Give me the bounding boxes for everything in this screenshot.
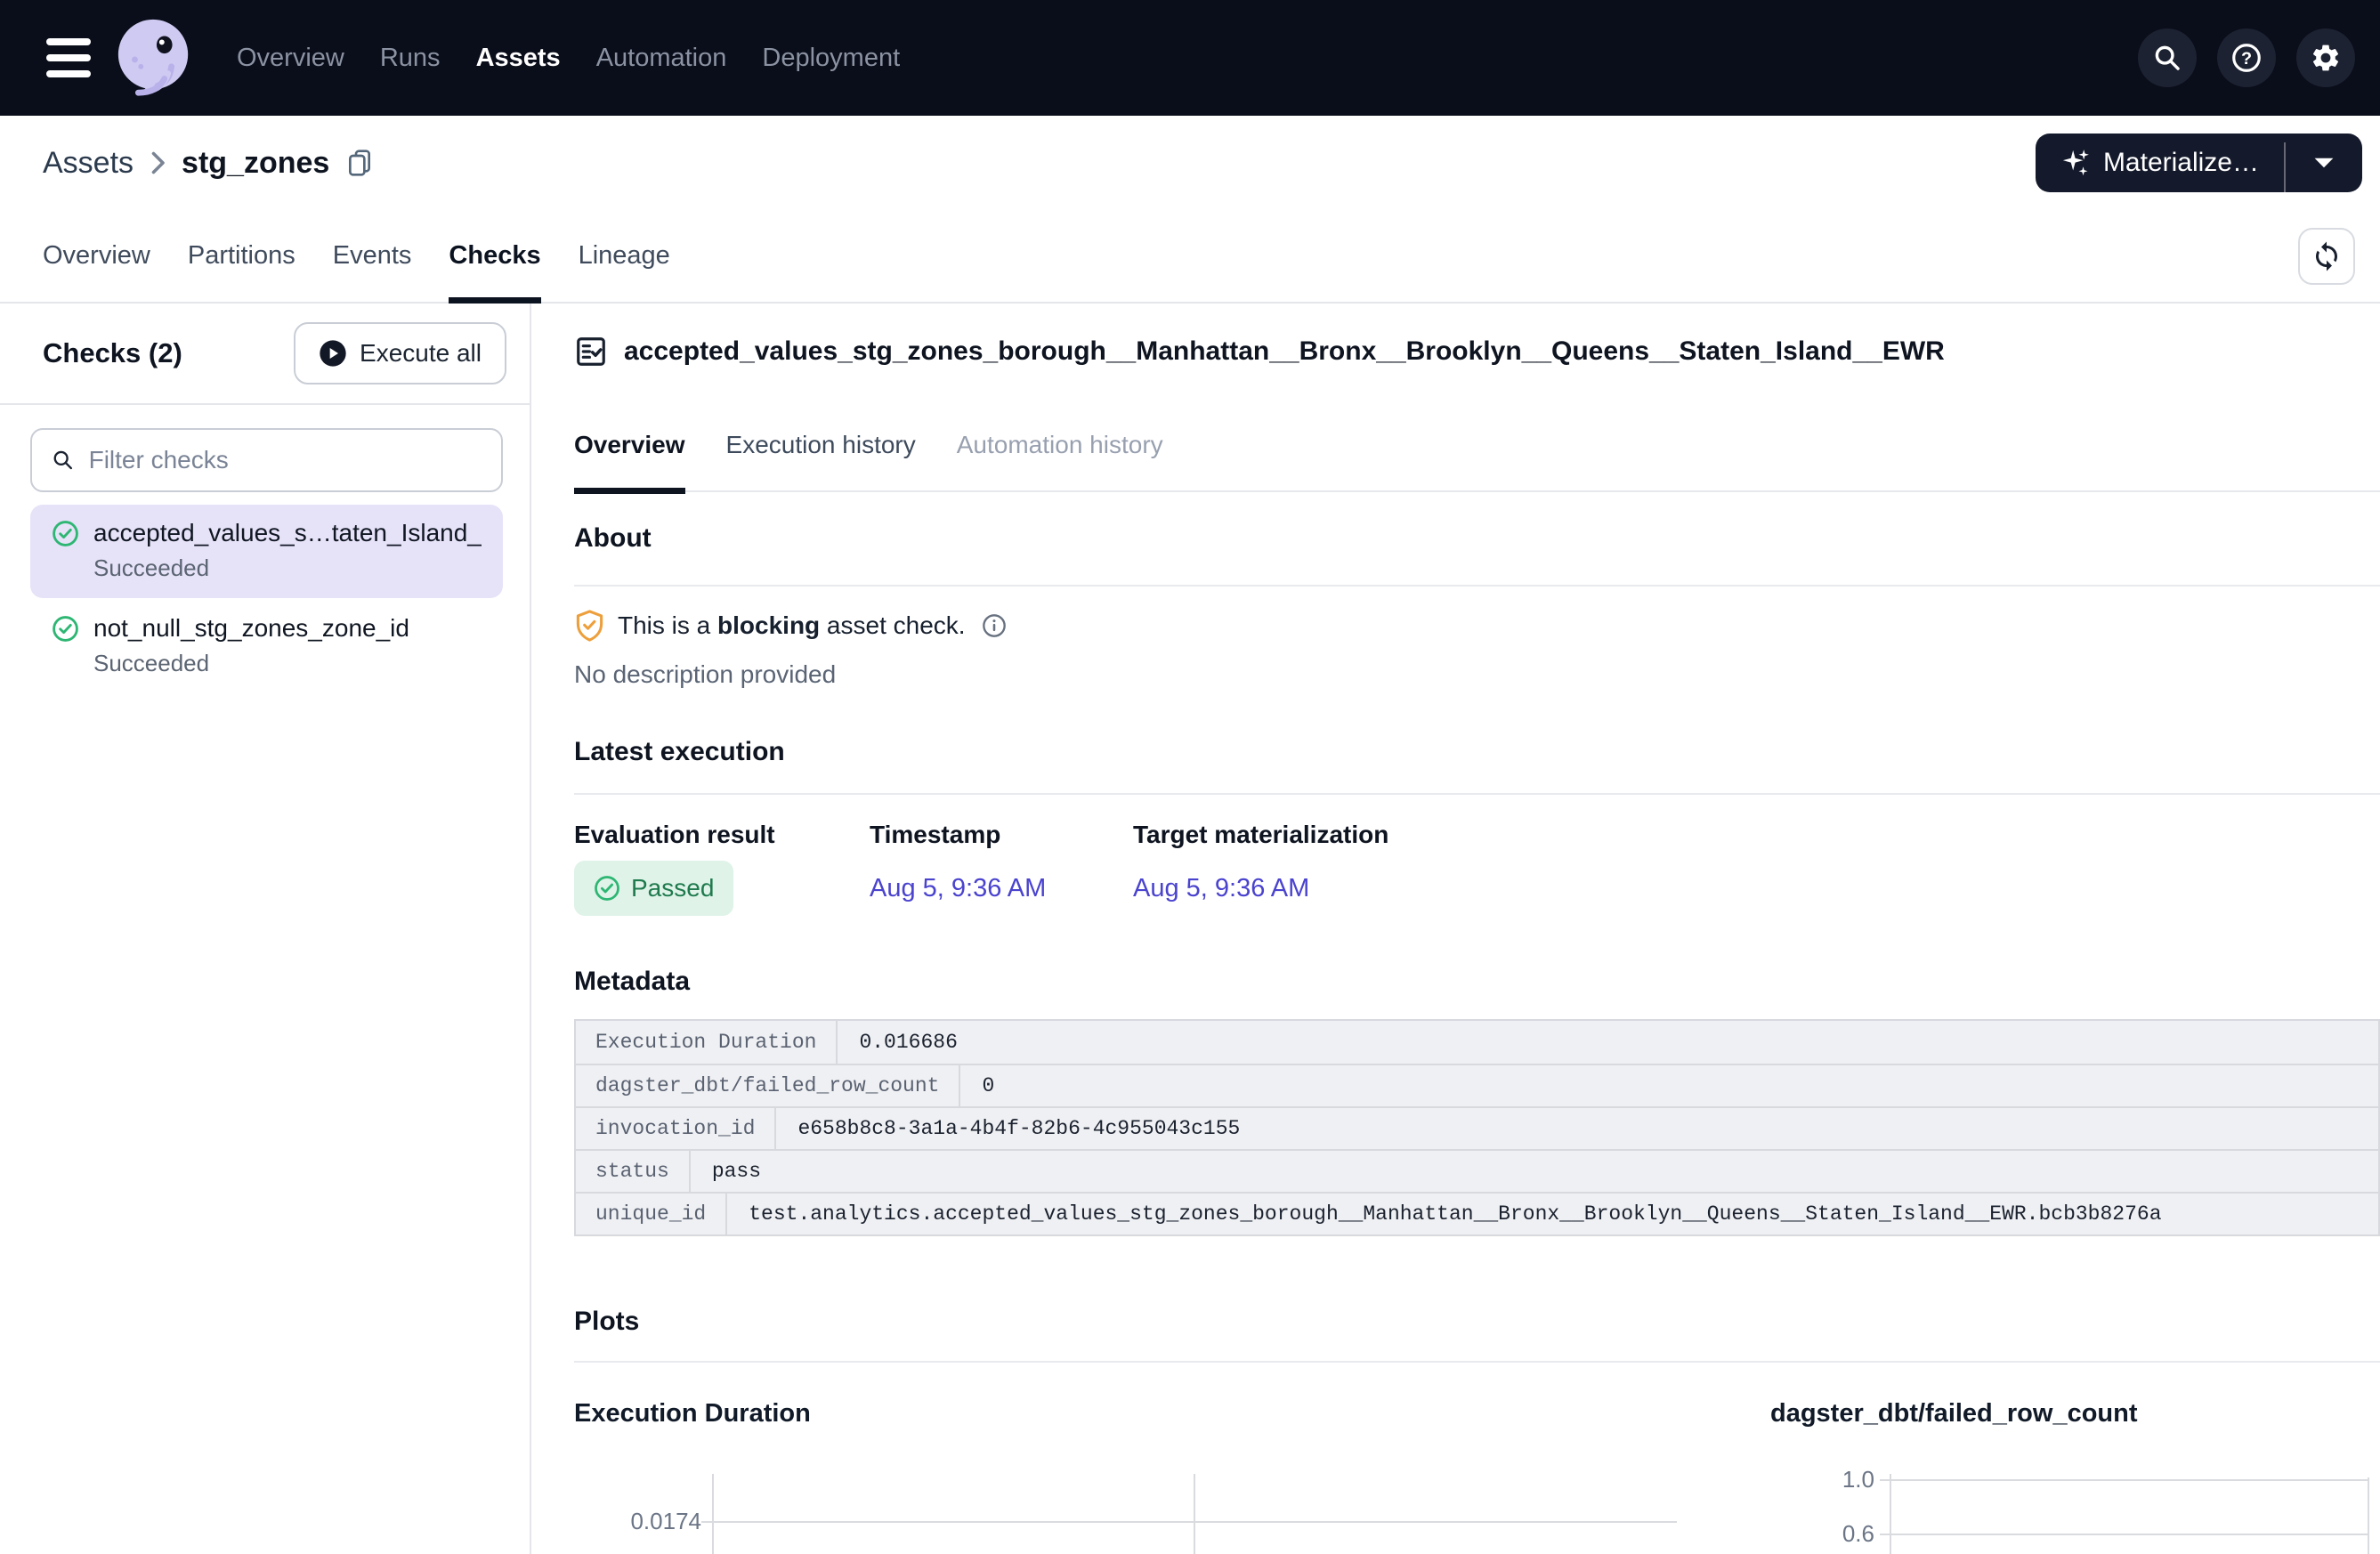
top-nav-links: Overview Runs Assets Automation Deployme… [237, 44, 900, 73]
ytick-label: 0.0174 [574, 1508, 701, 1535]
check-success-icon [52, 615, 79, 643]
target-materialization-link[interactable]: Aug 5, 9:36 AM [1133, 874, 1309, 903]
tab-automation-history: Automation history [957, 430, 1163, 490]
materialize-split-button: Materialize… [2036, 134, 2362, 192]
table-row: invocation_ide658b8c8-3a1a-4b4f-82b6-4c9… [576, 1106, 2378, 1149]
tab-lineage[interactable]: Lineage [579, 210, 670, 302]
ytick-label: 1.0 [1821, 1466, 1874, 1493]
about-heading: About [574, 522, 2380, 554]
gridline-vertical [1890, 1474, 1891, 1554]
chevron-right-icon [148, 150, 167, 176]
gridline-horizontal [1880, 1534, 2368, 1535]
nav-runs[interactable]: Runs [380, 44, 441, 73]
gridline-vertical [2368, 1477, 2369, 1554]
latest-execution-heading: Latest execution [574, 736, 2380, 768]
check-detail-pane: accepted_values_stg_zones_borough__Manha… [531, 304, 2380, 1554]
gridline-horizontal [701, 1521, 1677, 1523]
gear-icon [2310, 42, 2342, 74]
table-row: dagster_dbt/failed_row_count0 [576, 1064, 2378, 1106]
copy-icon[interactable] [345, 147, 374, 179]
gridline-horizontal [1880, 1479, 2368, 1481]
breadcrumb-assets-link[interactable]: Assets [43, 146, 134, 181]
check-status: Succeeded [93, 554, 483, 582]
metadata-table: Execution Duration0.016686 dagster_dbt/f… [574, 1019, 2380, 1236]
tab-overview[interactable]: Overview [43, 210, 150, 302]
plots-heading: Plots [574, 1306, 2380, 1338]
check-success-icon [594, 875, 620, 902]
passed-badge: Passed [574, 861, 733, 916]
materialize-label: Materialize… [2103, 148, 2259, 178]
nav-deployment[interactable]: Deployment [762, 44, 900, 73]
filter-checks-field[interactable] [30, 428, 503, 492]
search-button[interactable] [2138, 28, 2197, 87]
check-list-item-not-null[interactable]: not_null_stg_zones_zone_id Succeeded [30, 600, 503, 693]
materialize-button[interactable]: Materialize… [2036, 134, 2284, 192]
search-icon [52, 448, 75, 473]
table-row: Execution Duration0.016686 [576, 1021, 2378, 1064]
page-header: Assets stg_zones Materialize… [0, 116, 2380, 210]
check-list-item-accepted-values[interactable]: accepted_values_s…taten_Island_ Succeede… [30, 505, 503, 598]
plots-area: 0.0174 1.0 0.6 [574, 1429, 2380, 1554]
tab-partitions[interactable]: Partitions [188, 210, 295, 302]
asset-tabs-bar: Overview Partitions Events Checks Lineag… [0, 210, 2380, 304]
col-timestamp: Timestamp [870, 820, 1133, 850]
chart-title-failed-row-count: dagster_dbt/failed_row_count [1755, 1398, 2138, 1429]
breadcrumb: Assets stg_zones [43, 146, 374, 181]
col-target-materialization: Target materialization [1133, 820, 2380, 850]
materialize-dropdown-button[interactable] [2286, 134, 2362, 192]
ytick-label: 0.6 [1821, 1520, 1874, 1548]
play-circle-icon [319, 339, 347, 368]
caret-down-icon [2312, 155, 2335, 171]
tab-check-overview[interactable]: Overview [574, 430, 685, 490]
check-name: accepted_values_s…taten_Island_ [93, 519, 482, 547]
tab-checks[interactable]: Checks [449, 210, 540, 302]
shield-check-icon [574, 609, 605, 643]
hamburger-menu-icon[interactable] [46, 38, 91, 77]
page-title: stg_zones [182, 146, 329, 181]
settings-button[interactable] [2296, 28, 2355, 87]
checks-sidebar: Checks (2) Execute all [0, 304, 531, 1554]
filter-checks-input[interactable] [89, 446, 482, 474]
nav-overview[interactable]: Overview [237, 44, 344, 73]
timestamp-link[interactable]: Aug 5, 9:36 AM [870, 874, 1046, 903]
check-detail-tabs: Overview Execution history Automation hi… [574, 430, 2380, 492]
chart-title-execution-duration: Execution Duration [574, 1398, 1755, 1429]
info-icon[interactable] [982, 613, 1007, 638]
blocking-check-text: This is a blocking asset check. [618, 611, 966, 640]
tab-events[interactable]: Events [333, 210, 412, 302]
nav-assets[interactable]: Assets [476, 44, 561, 73]
col-evaluation-result: Evaluation result [574, 820, 870, 850]
search-icon [2152, 43, 2182, 73]
refresh-button[interactable] [2298, 228, 2355, 285]
top-nav-actions: ? [2138, 28, 2355, 87]
tab-execution-history[interactable]: Execution history [726, 430, 916, 490]
check-detail-title: accepted_values_stg_zones_borough__Manha… [624, 336, 1945, 367]
sparkle-icon [2060, 148, 2091, 178]
table-row: unique_idtest.analytics.accepted_values_… [576, 1192, 2378, 1234]
refresh-icon [2311, 240, 2343, 272]
gridline-vertical [1194, 1474, 1195, 1554]
help-icon: ? [2230, 41, 2263, 75]
checks-count-heading: Checks (2) [43, 337, 182, 369]
checklist-icon [574, 335, 608, 368]
dagster-logo[interactable] [112, 16, 196, 100]
help-button[interactable]: ? [2217, 28, 2276, 87]
check-status: Succeeded [93, 650, 483, 677]
section-divider [574, 1361, 2380, 1363]
gridline-vertical [712, 1474, 714, 1554]
table-row: statuspass [576, 1149, 2378, 1192]
section-divider [574, 585, 2380, 587]
no-description-text: No description provided [574, 660, 2380, 690]
check-name: not_null_stg_zones_zone_id [93, 614, 409, 643]
metadata-heading: Metadata [574, 966, 2380, 998]
top-nav: Overview Runs Assets Automation Deployme… [0, 0, 2380, 116]
check-success-icon [52, 520, 79, 547]
execute-all-button[interactable]: Execute all [294, 322, 506, 384]
nav-automation[interactable]: Automation [596, 44, 727, 73]
svg-text:?: ? [2241, 49, 2252, 69]
